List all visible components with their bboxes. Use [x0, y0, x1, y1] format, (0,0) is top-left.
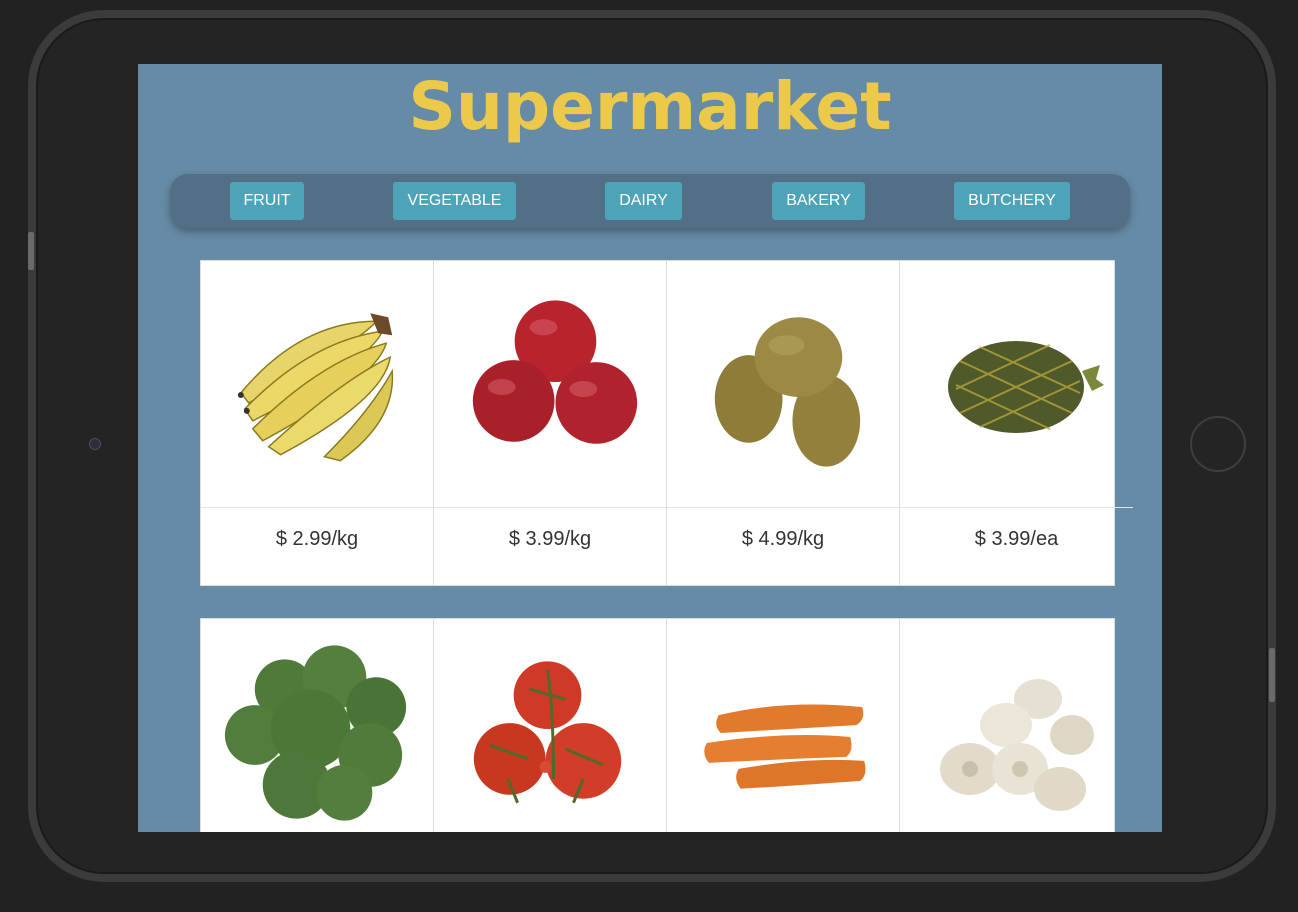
- category-nav: FRUIT VEGETABLE DAIRY BAKERY BUTCHERY: [170, 174, 1130, 228]
- app-screen: Supermarket FRUIT VEGETABLE DAIRY BAKERY…: [138, 64, 1162, 832]
- page-title: Supermarket: [408, 68, 892, 145]
- nav-vegetable-button[interactable]: VEGETABLE: [393, 182, 516, 220]
- product-card-apple[interactable]: $ 3.99/kg: [434, 261, 667, 585]
- nav-dairy-button[interactable]: DAIRY: [605, 182, 682, 220]
- apple-icon: [434, 261, 666, 508]
- product-card-pineapple[interactable]: $ 3.99/ea: [900, 261, 1133, 585]
- nav-butchery-button[interactable]: BUTCHERY: [954, 182, 1070, 220]
- product-card-carrot[interactable]: [667, 619, 900, 832]
- volume-button: [28, 232, 34, 270]
- product-card-mushroom[interactable]: [900, 619, 1133, 832]
- pineapple-icon: [900, 261, 1133, 508]
- carrot-icon: [667, 619, 899, 832]
- kiwi-icon: [667, 261, 899, 508]
- tomato-icon: [434, 619, 666, 832]
- product-card-kiwi[interactable]: $ 4.99/kg: [667, 261, 900, 585]
- home-button[interactable]: [1190, 416, 1246, 472]
- camera-icon: [89, 438, 101, 450]
- product-price: $ 3.99/ea: [974, 528, 1059, 550]
- power-button: [1269, 648, 1275, 702]
- mushroom-icon: [900, 619, 1133, 832]
- product-price: $ 4.99/kg: [741, 528, 825, 550]
- banana-icon: [201, 261, 433, 508]
- nav-fruit-button[interactable]: FRUIT: [230, 182, 304, 220]
- product-price: $ 2.99/kg: [275, 528, 359, 550]
- broccoli-icon: [201, 619, 433, 832]
- nav-bakery-button[interactable]: BAKERY: [772, 182, 865, 220]
- product-card-tomato[interactable]: [434, 619, 667, 832]
- product-price: $ 3.99/kg: [508, 528, 592, 550]
- fruit-product-row: $ 2.99/kg $ 3.99/kg $ 4.99/kg $ 3.99/ea: [200, 260, 1133, 586]
- product-card-broccoli[interactable]: [201, 619, 434, 832]
- vegetable-product-row: [200, 618, 1115, 832]
- product-card-banana[interactable]: $ 2.99/kg: [201, 261, 434, 585]
